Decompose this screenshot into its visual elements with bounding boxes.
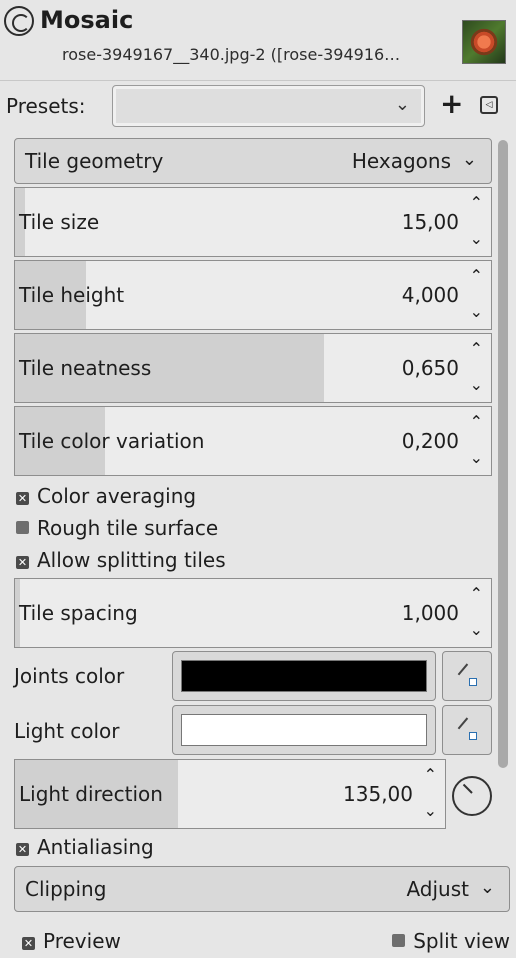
decrement-arrow-icon[interactable]: ⌄ bbox=[470, 619, 483, 641]
preset-menu-button[interactable]: ◁ bbox=[480, 96, 498, 114]
increment-arrow-icon[interactable]: ⌃ bbox=[470, 583, 483, 605]
increment-arrow-icon[interactable]: ⌃ bbox=[470, 411, 483, 433]
add-preset-button[interactable]: + bbox=[440, 88, 463, 120]
tile-geometry-value: Hexagons bbox=[351, 149, 451, 173]
allow-splitting-tiles-checkbox[interactable]: ✕ Allow splitting tiles bbox=[16, 547, 226, 573]
checkbox-unchecked-icon bbox=[16, 521, 29, 534]
light-direction-value[interactable]: 135,00 bbox=[343, 780, 413, 808]
tile-color-variation-spinscale[interactable]: Tile color variation 0,200 ⌃ ⌄ bbox=[14, 406, 492, 476]
tile-height-label: Tile height bbox=[19, 283, 125, 307]
light-color-button[interactable] bbox=[172, 705, 436, 755]
checkbox-checked-icon: ✕ bbox=[16, 843, 29, 856]
tile-color-variation-label: Tile color variation bbox=[19, 429, 205, 453]
light-color-swatch bbox=[181, 714, 427, 746]
gimp-filter-icon bbox=[4, 6, 34, 36]
color-averaging-checkbox[interactable]: ✕ Color averaging bbox=[16, 483, 196, 509]
antialiasing-checkbox[interactable]: ✕ Antialiasing bbox=[16, 834, 154, 860]
rough-tile-surface-label: Rough tile surface bbox=[37, 516, 219, 540]
joints-color-label: Joints color bbox=[14, 664, 125, 688]
joints-color-button[interactable] bbox=[172, 651, 436, 701]
tile-spacing-spinscale[interactable]: Tile spacing 1,000 ⌃ ⌄ bbox=[14, 578, 492, 648]
rough-tile-surface-checkbox[interactable]: Rough tile surface bbox=[16, 515, 218, 541]
header-divider bbox=[0, 80, 516, 81]
image-thumbnail bbox=[462, 20, 506, 64]
tile-size-value[interactable]: 15,00 bbox=[402, 208, 459, 236]
tile-height-value[interactable]: 4,000 bbox=[402, 281, 459, 309]
tile-geometry-combo[interactable]: Tile geometry Hexagons ⌄ bbox=[14, 138, 492, 184]
increment-arrow-icon[interactable]: ⌃ bbox=[470, 338, 483, 360]
split-view-checkbox[interactable]: Split view bbox=[392, 928, 510, 954]
tile-geometry-label: Tile geometry bbox=[25, 149, 164, 173]
clipping-label: Clipping bbox=[25, 877, 107, 901]
allow-splitting-tiles-label: Allow splitting tiles bbox=[37, 548, 226, 572]
increment-arrow-icon[interactable]: ⌃ bbox=[470, 265, 483, 287]
checkbox-checked-icon: ✕ bbox=[22, 937, 35, 950]
dialog-title: Mosaic bbox=[40, 6, 134, 34]
decrement-arrow-icon[interactable]: ⌄ bbox=[470, 447, 483, 469]
presets-label: Presets: bbox=[6, 94, 86, 118]
dial-hand bbox=[462, 783, 473, 794]
tile-spacing-label: Tile spacing bbox=[19, 601, 138, 625]
preview-label: Preview bbox=[43, 929, 121, 953]
light-direction-label: Light direction bbox=[19, 782, 163, 806]
clipping-combo[interactable]: Clipping Adjust ⌄ bbox=[14, 866, 510, 912]
image-subtitle: rose-3949167__340.jpg-2 ([rose-394916… bbox=[62, 45, 401, 64]
tile-size-spinscale[interactable]: Tile size 15,00 ⌃ ⌄ bbox=[14, 187, 492, 257]
light-color-label: Light color bbox=[14, 719, 120, 743]
antialiasing-label: Antialiasing bbox=[37, 835, 154, 859]
tile-spacing-value[interactable]: 1,000 bbox=[402, 599, 459, 627]
checkbox-checked-icon: ✕ bbox=[16, 556, 29, 569]
increment-arrow-icon[interactable]: ⌃ bbox=[424, 764, 437, 786]
clipping-value: Adjust bbox=[406, 877, 469, 901]
decrement-arrow-icon[interactable]: ⌄ bbox=[470, 228, 483, 250]
chevron-down-icon: ⌄ bbox=[461, 149, 477, 170]
tile-neatness-spinscale[interactable]: Tile neatness 0,650 ⌃ ⌄ bbox=[14, 333, 492, 403]
direction-dial-icon[interactable] bbox=[452, 776, 492, 816]
color-averaging-label: Color averaging bbox=[37, 484, 197, 508]
chevron-down-icon: ⌄ bbox=[394, 94, 410, 115]
light-direction-spinscale[interactable]: Light direction 135,00 ⌃ ⌄ bbox=[14, 759, 446, 829]
checkbox-unchecked-icon bbox=[392, 934, 406, 947]
light-color-picker-button[interactable] bbox=[442, 705, 492, 755]
decrement-arrow-icon[interactable]: ⌄ bbox=[424, 800, 437, 822]
eyedropper-target-icon bbox=[469, 732, 477, 740]
tile-height-spinscale[interactable]: Tile height 4,000 ⌃ ⌄ bbox=[14, 260, 492, 330]
checkbox-checked-icon: ✕ bbox=[16, 492, 29, 505]
tile-neatness-value[interactable]: 0,650 bbox=[402, 354, 459, 382]
tile-color-variation-value[interactable]: 0,200 bbox=[402, 427, 459, 455]
scrollbar-thumb[interactable] bbox=[498, 140, 508, 768]
decrement-arrow-icon[interactable]: ⌄ bbox=[470, 301, 483, 323]
tile-size-label: Tile size bbox=[19, 210, 100, 234]
presets-combo[interactable]: ⌄ bbox=[112, 85, 425, 127]
split-view-label: Split view bbox=[413, 929, 510, 953]
joints-color-swatch bbox=[181, 660, 427, 692]
increment-arrow-icon[interactable]: ⌃ bbox=[470, 192, 483, 214]
eyedropper-target-icon bbox=[469, 678, 477, 686]
decrement-arrow-icon[interactable]: ⌄ bbox=[470, 374, 483, 396]
joints-color-picker-button[interactable] bbox=[442, 651, 492, 701]
preview-checkbox[interactable]: ✕ Preview bbox=[22, 928, 121, 954]
chevron-down-icon: ⌄ bbox=[479, 877, 495, 898]
tile-neatness-label: Tile neatness bbox=[19, 356, 152, 380]
